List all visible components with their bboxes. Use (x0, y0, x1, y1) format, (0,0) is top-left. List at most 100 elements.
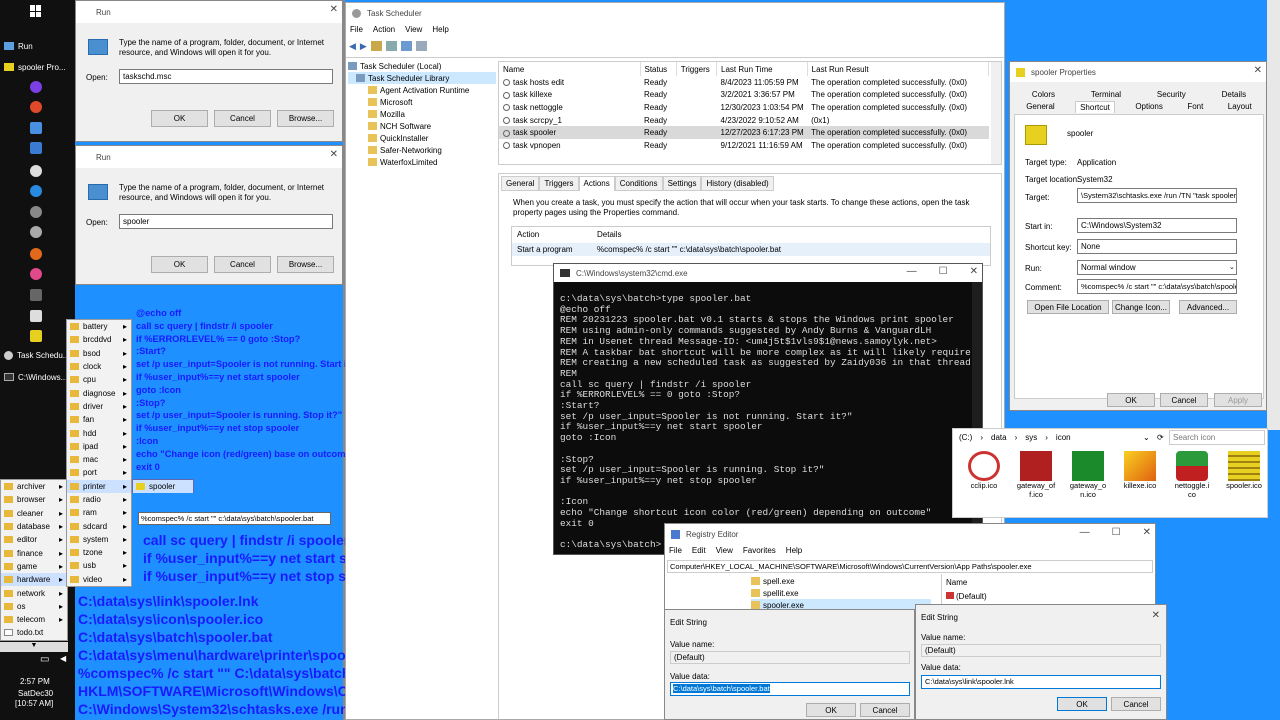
value-data-input[interactable]: C:\data\sys\batch\spooler.bat (670, 682, 910, 696)
cancel-button[interactable]: Cancel (1160, 393, 1208, 407)
minimize-icon[interactable]: — (1080, 527, 1090, 538)
tab-general[interactable]: General (1022, 101, 1058, 113)
file-item[interactable]: cclip.ico (959, 451, 1009, 490)
menu-favorites[interactable]: Favorites (743, 546, 776, 555)
app-icon[interactable] (30, 289, 42, 301)
close-icon[interactable]: ✕ (1254, 65, 1262, 76)
table-row[interactable]: task killexe Ready 3/2/2021 3:36:57 PM The … (499, 89, 989, 102)
menu-item-cpu[interactable]: cpu ▸ (67, 373, 131, 386)
taskbar-item-scheduler[interactable]: Task Schedu... (0, 346, 75, 364)
tab-shortcut[interactable]: Shortcut (1075, 101, 1115, 113)
menu-help[interactable]: Help (432, 25, 448, 34)
tree-item[interactable]: QuickInstaller (348, 132, 496, 144)
change-icon-button[interactable]: Change Icon... (1112, 300, 1170, 314)
chevron-down-icon[interactable]: ⌄ (1229, 263, 1235, 271)
tree-item[interactable]: Safer-Networking (348, 144, 496, 156)
address-bar[interactable]: Computer\HKEY_LOCAL_MACHINE\SOFTWARE\Mic… (667, 560, 1153, 573)
menu-item-system[interactable]: system ▸ (67, 533, 131, 546)
maximize-icon[interactable]: ☐ (1112, 527, 1121, 538)
table-row[interactable]: task nettoggle Ready 12/30/2023 1:03:54 PM… (499, 101, 989, 114)
menu-item-cleaner[interactable]: cleaner ▸ (1, 507, 67, 520)
table-row[interactable]: task scrcpy_1 Ready 4/23/2022 9:10:52 AM (0… (499, 114, 989, 127)
browse-button[interactable]: Browse... (277, 110, 334, 127)
volume-icon[interactable]: ◀ (60, 654, 66, 663)
tab-details[interactable]: Details (1222, 90, 1246, 99)
tab-actions[interactable]: Actions (578, 176, 615, 191)
app-icon[interactable] (30, 185, 42, 197)
panel-icon[interactable] (415, 41, 427, 51)
table-row[interactable]: task vpnopen Ready 9/12/2021 11:16:59 AM Th… (499, 139, 989, 152)
menu-item-fan[interactable]: fan ▸ (67, 413, 131, 426)
file-item[interactable]: nettoggle.i co (1167, 451, 1217, 499)
spooler-icon[interactable] (30, 330, 42, 342)
close-icon[interactable]: ✕ (330, 149, 338, 160)
menu-item-radio[interactable]: radio ▸ (67, 493, 131, 506)
ok-button[interactable]: OK (806, 703, 856, 717)
menu-action[interactable]: Action (373, 25, 395, 34)
menu-item-telecom[interactable]: telecom ▸ (1, 613, 67, 626)
column-header[interactable]: Triggers (676, 62, 718, 76)
console-output[interactable]: c:\data\sys\batch>type spooler.bat @echo… (560, 293, 971, 551)
breadcrumb-item[interactable]: data (991, 433, 1007, 442)
column-header[interactable]: Status (640, 62, 677, 76)
hotkey-input[interactable]: None (1077, 239, 1237, 254)
default-value[interactable]: (Default) (956, 592, 987, 601)
value-data-input[interactable]: C:\data\sys\link\spooler.lnk (921, 675, 1161, 689)
menu-item-os[interactable]: os ▸ (1, 600, 67, 613)
menu-item-driver[interactable]: driver ▸ (67, 400, 131, 413)
menu-item-port[interactable]: port ▸ (67, 466, 131, 479)
scroll-down-icon[interactable]: ▼ (0, 642, 68, 652)
app-icon[interactable] (30, 142, 42, 154)
column-header[interactable]: Name (499, 62, 641, 76)
tab-layout[interactable]: Layout (1224, 101, 1256, 113)
cancel-button[interactable]: Cancel (214, 256, 271, 273)
file-item[interactable]: killexe.ico (1115, 451, 1165, 490)
menu-item-sdcard[interactable]: sdcard ▸ (67, 519, 131, 532)
menu-item-spooler[interactable]: spooler (133, 480, 193, 494)
taskbar-item-spooler[interactable]: spooler Pro... (0, 58, 75, 76)
table-row[interactable]: task spooler Ready 12/27/2023 6:17:23 PM Th… (499, 126, 989, 139)
menu-item-hardware[interactable]: hardware ▸ (1, 573, 67, 587)
tab-history[interactable]: History (disabled) (701, 176, 774, 191)
windows-start-icon[interactable] (30, 5, 42, 17)
breadcrumb-item[interactable]: (C:) (959, 433, 972, 442)
menu-item-brcddvd[interactable]: brcddvd ▸ (67, 333, 131, 346)
app-icon[interactable] (30, 310, 42, 322)
menu-item-todotxt[interactable]: todo.txt (1, 626, 67, 639)
app-icon[interactable] (30, 165, 42, 177)
menu-item-printer[interactable]: printer ▸ (67, 479, 131, 493)
ok-button[interactable]: OK (151, 110, 208, 127)
tab-settings[interactable]: Settings (662, 176, 702, 191)
menu-item-game[interactable]: game ▸ (1, 560, 67, 573)
maximize-icon[interactable]: ☐ (939, 266, 948, 277)
open-file-location-button[interactable]: Open File Location (1027, 300, 1109, 314)
menu-item-video[interactable]: video ▸ (67, 573, 131, 586)
tree-item[interactable]: Microsoft (348, 96, 496, 108)
column-header[interactable]: Last Run Time (716, 62, 808, 76)
menu-item-mac[interactable]: mac ▸ (67, 453, 131, 466)
folder-icon[interactable] (370, 41, 382, 51)
menu-item-usb[interactable]: usb ▸ (67, 559, 131, 572)
scrollbar[interactable] (991, 62, 1001, 164)
close-icon[interactable]: ✕ (970, 266, 978, 277)
menu-item-archiver[interactable]: archiver ▸ (1, 480, 67, 493)
menu-view[interactable]: View (405, 25, 422, 34)
apply-button[interactable]: Apply (1214, 393, 1262, 407)
run-select[interactable]: Normal window (1077, 260, 1237, 275)
tab-options[interactable]: Options (1131, 101, 1167, 113)
app-icon[interactable] (30, 81, 42, 93)
open-input[interactable]: taskschd.msc (119, 69, 333, 84)
menu-edit[interactable]: Edit (692, 546, 706, 555)
folder-icon[interactable] (385, 41, 397, 51)
file-item[interactable]: spooler.ico (1219, 451, 1267, 490)
menu-help[interactable]: Help (786, 546, 802, 555)
menu-view[interactable]: View (716, 546, 733, 555)
tree-item[interactable]: Agent Activation Runtime (348, 84, 496, 96)
tab-colors[interactable]: Colors (1032, 90, 1055, 99)
column-header[interactable]: Last Run Result (807, 62, 990, 76)
tab-security[interactable]: Security (1157, 90, 1186, 99)
tree-item[interactable]: WaterfoxLimited (348, 156, 496, 168)
breadcrumb-item[interactable]: icon (1056, 433, 1071, 442)
tab-triggers[interactable]: Triggers (539, 176, 579, 191)
menu-item-diagnose[interactable]: diagnose ▸ (67, 386, 131, 399)
